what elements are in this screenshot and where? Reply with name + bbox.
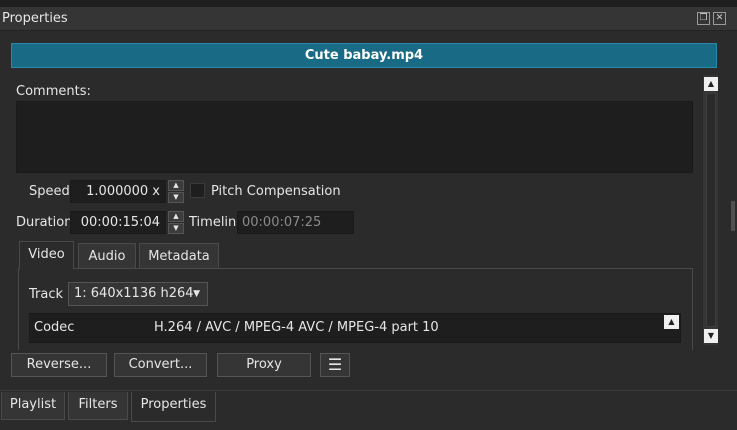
comments-label: Comments:	[16, 84, 91, 99]
dock-title-bar: Properties ❐ ✕	[0, 7, 737, 31]
pitch-compensation-label: Pitch Compensation	[211, 184, 341, 199]
duration-spinbox[interactable]: 00:00:15:04	[70, 211, 166, 234]
tab-properties[interactable]: Properties	[131, 392, 216, 422]
track-select-value: 1: 640x1136 h264	[74, 286, 194, 301]
scroll-down-icon[interactable]: ▼	[704, 329, 718, 343]
speed-stepper[interactable]: ▲ ▼	[168, 180, 184, 203]
track-select[interactable]: 1: 640x1136 h264 ▼	[68, 282, 208, 306]
tab-video[interactable]: Video	[19, 241, 74, 269]
speed-label: Speed	[29, 184, 70, 199]
splitter-handle[interactable]	[731, 201, 735, 231]
duration-label: Duration	[16, 215, 73, 230]
duration-stepper[interactable]: ▲ ▼	[168, 211, 184, 234]
float-icon[interactable]: ❐	[697, 12, 710, 25]
tab-metadata[interactable]: Metadata	[139, 243, 219, 268]
scroll-thumb[interactable]	[706, 93, 716, 327]
chevron-up-icon[interactable]: ▲	[168, 180, 184, 191]
chevron-down-icon: ▼	[193, 289, 200, 299]
scroll-up-icon[interactable]: ▲	[704, 77, 718, 91]
pitch-compensation-checkbox[interactable]	[190, 183, 205, 198]
convert-button[interactable]: Convert...	[114, 353, 207, 377]
close-icon[interactable]: ✕	[713, 12, 726, 25]
clip-filename: Cute babay.mp4	[11, 43, 717, 68]
track-label: Track	[29, 287, 64, 302]
timeline-label: Timeline	[189, 215, 245, 230]
chevron-up-icon[interactable]: ▲	[168, 211, 184, 222]
tab-audio[interactable]: Audio	[78, 243, 136, 268]
comments-textarea[interactable]	[16, 101, 693, 173]
proxy-button[interactable]: Proxy	[217, 353, 311, 377]
menu-icon[interactable]: ☰	[320, 353, 350, 377]
properties-panel: Cute babay.mp4 Comments: Speed 1.000000 …	[0, 31, 737, 390]
speed-spinbox[interactable]: 1.000000 x	[70, 180, 166, 203]
panel-scrollbar[interactable]: ▲ ▼	[702, 75, 718, 345]
dock-tab-bar: Playlist Filters Properties	[0, 390, 737, 430]
chevron-down-icon[interactable]: ▼	[168, 192, 184, 203]
table-scroll-up-icon[interactable]: ▲	[664, 315, 679, 329]
tab-playlist[interactable]: Playlist	[1, 392, 65, 420]
codec-key: Codec	[34, 320, 75, 335]
window-top-strip	[0, 0, 737, 7]
timeline-field: 00:00:07:25	[237, 211, 354, 234]
tab-filters[interactable]: Filters	[68, 392, 128, 420]
dock-title: Properties	[2, 11, 68, 26]
reverse-button[interactable]: Reverse...	[11, 353, 107, 377]
codec-value: H.264 / AVC / MPEG-4 AVC / MPEG-4 part 1…	[154, 320, 439, 335]
video-info-table: Codec H.264 / AVC / MPEG-4 AVC / MPEG-4 …	[29, 313, 681, 343]
chevron-down-icon[interactable]: ▼	[168, 223, 184, 234]
